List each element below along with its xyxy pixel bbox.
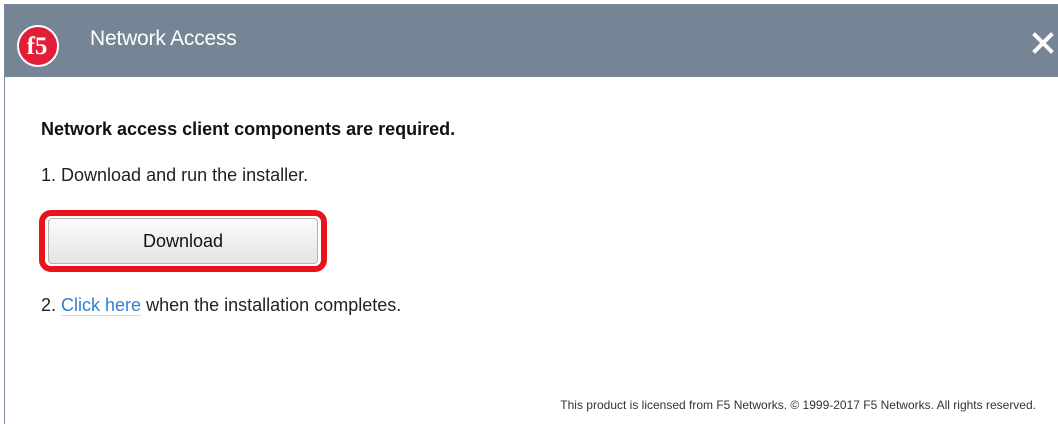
download-button[interactable]: Download <box>48 218 318 264</box>
requirement-heading: Network access client components are req… <box>41 119 456 139</box>
network-access-dialog: f5 Network Access Network access client … <box>4 4 1058 424</box>
dialog-title: Network Access <box>90 27 237 50</box>
step-two-number: 2. <box>41 295 57 315</box>
step-two-description: when the installation completes. <box>146 295 402 315</box>
close-icon[interactable] <box>1031 31 1055 55</box>
click-here-link[interactable]: Click here <box>61 295 142 316</box>
step-one-text: 1. Download and run the installer. <box>41 165 309 185</box>
step-two-text: 2. Click here when the installation comp… <box>41 295 401 316</box>
title-bar: f5 Network Access <box>5 5 1058 77</box>
f5-logo-icon: f5 <box>17 25 59 67</box>
license-footer: This product is licensed from F5 Network… <box>560 398 1036 412</box>
logo-text: f5 <box>27 33 48 60</box>
